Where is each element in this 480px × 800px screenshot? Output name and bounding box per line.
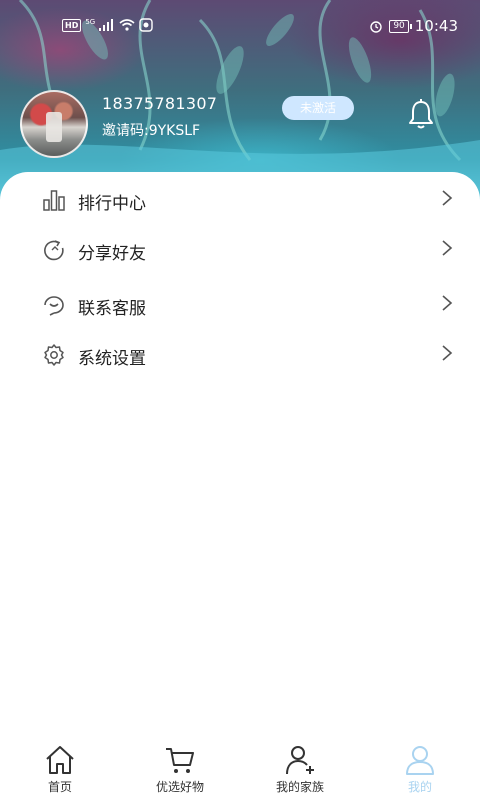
app-notification-icon xyxy=(139,18,153,32)
menu-item-settings[interactable]: 系统设置 xyxy=(0,331,480,381)
menu-item-label: 系统设置 xyxy=(78,349,146,369)
invite-code: 邀请码:9YKSLF xyxy=(102,123,201,139)
menu-item-share[interactable]: 分享好友 xyxy=(0,226,480,276)
menu-item-label: 分享好友 xyxy=(78,244,146,264)
status-right: 90 10:43 xyxy=(369,17,458,35)
user-icon xyxy=(406,746,434,775)
clock: 10:43 xyxy=(414,17,458,35)
share-refresh-icon xyxy=(44,240,64,261)
home-icon xyxy=(46,746,74,774)
bar-chart-icon xyxy=(43,190,65,211)
battery-icon: 90 xyxy=(389,19,413,33)
tab-label: 我的家族 xyxy=(275,780,324,794)
chevron-right-icon xyxy=(442,345,453,361)
menu-item-customer-service[interactable]: 联系客服 xyxy=(0,281,480,331)
hd-indicator: HD xyxy=(62,18,82,32)
activation-status-badge[interactable]: 未激活 xyxy=(282,96,354,120)
customer-service-icon xyxy=(44,296,64,316)
network-type: 5G xyxy=(85,18,96,26)
chevron-right-icon xyxy=(442,240,453,256)
signal-icon xyxy=(99,19,114,31)
phone-number: 18375781307 xyxy=(102,94,218,113)
tab-mine[interactable]: 我的 xyxy=(360,740,480,800)
avatar-photo-detail xyxy=(46,112,62,142)
tab-label: 我的 xyxy=(407,780,432,794)
tab-home[interactable]: 首页 xyxy=(0,740,120,800)
tab-featured-goods[interactable]: 优选好物 xyxy=(120,740,240,800)
menu-item-ranking[interactable]: 排行中心 xyxy=(0,176,480,226)
tab-label: 优选好物 xyxy=(155,780,204,794)
avatar[interactable] xyxy=(20,90,88,158)
wifi-icon xyxy=(119,19,135,31)
bell-icon[interactable] xyxy=(406,98,436,130)
tab-label: 首页 xyxy=(47,780,72,794)
alarm-icon xyxy=(370,21,383,33)
chevron-right-icon xyxy=(442,190,453,206)
add-user-icon xyxy=(286,746,314,775)
menu-item-label: 联系客服 xyxy=(78,299,146,319)
tab-my-family[interactable]: 我的家族 xyxy=(240,740,360,800)
status-bar: HD 5G 90 10:43 xyxy=(0,0,480,52)
status-left: HD 5G xyxy=(62,18,153,32)
bottom-nav: 首页 优选好物 我的家族 我的 xyxy=(0,740,480,800)
cart-icon xyxy=(166,748,194,773)
menu-card: 排行中心 分享好友 联系客服 系统设置 xyxy=(0,172,480,740)
chevron-right-icon xyxy=(442,295,453,311)
menu-item-label: 排行中心 xyxy=(78,194,146,214)
gear-icon xyxy=(44,344,64,366)
